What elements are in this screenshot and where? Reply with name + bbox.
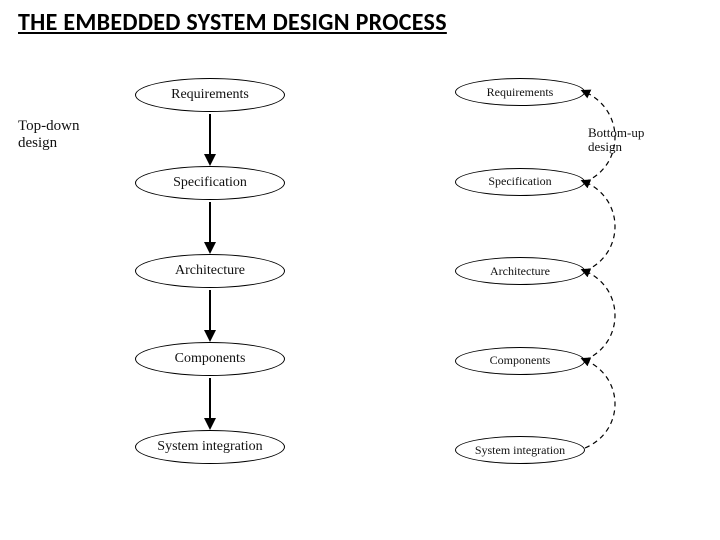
- left-step-system-integration: System integration: [135, 430, 285, 464]
- right-step-specification: Specification: [455, 168, 585, 196]
- right-step-system-integration: System integration: [455, 436, 585, 464]
- left-step-specification: Specification: [135, 166, 285, 200]
- down-arrow-icon: [190, 376, 230, 430]
- right-step-architecture: Architecture: [455, 257, 585, 285]
- down-arrow-icon: [190, 200, 230, 254]
- down-arrow-icon: [190, 288, 230, 342]
- left-flow-label: Top-down design: [18, 118, 98, 151]
- right-step-requirements: Requirements: [455, 78, 585, 106]
- page-title: THE EMBEDDED SYSTEM DESIGN PROCESS: [18, 8, 447, 37]
- down-arrow-icon: [190, 112, 230, 166]
- left-step-requirements: Requirements: [135, 78, 285, 112]
- right-step-components: Components: [455, 347, 585, 375]
- left-flow: Requirements Specification Architecture …: [60, 70, 360, 470]
- right-flow-label: Bottom-up design: [588, 126, 678, 155]
- left-step-architecture: Architecture: [135, 254, 285, 288]
- left-step-components: Components: [135, 342, 285, 376]
